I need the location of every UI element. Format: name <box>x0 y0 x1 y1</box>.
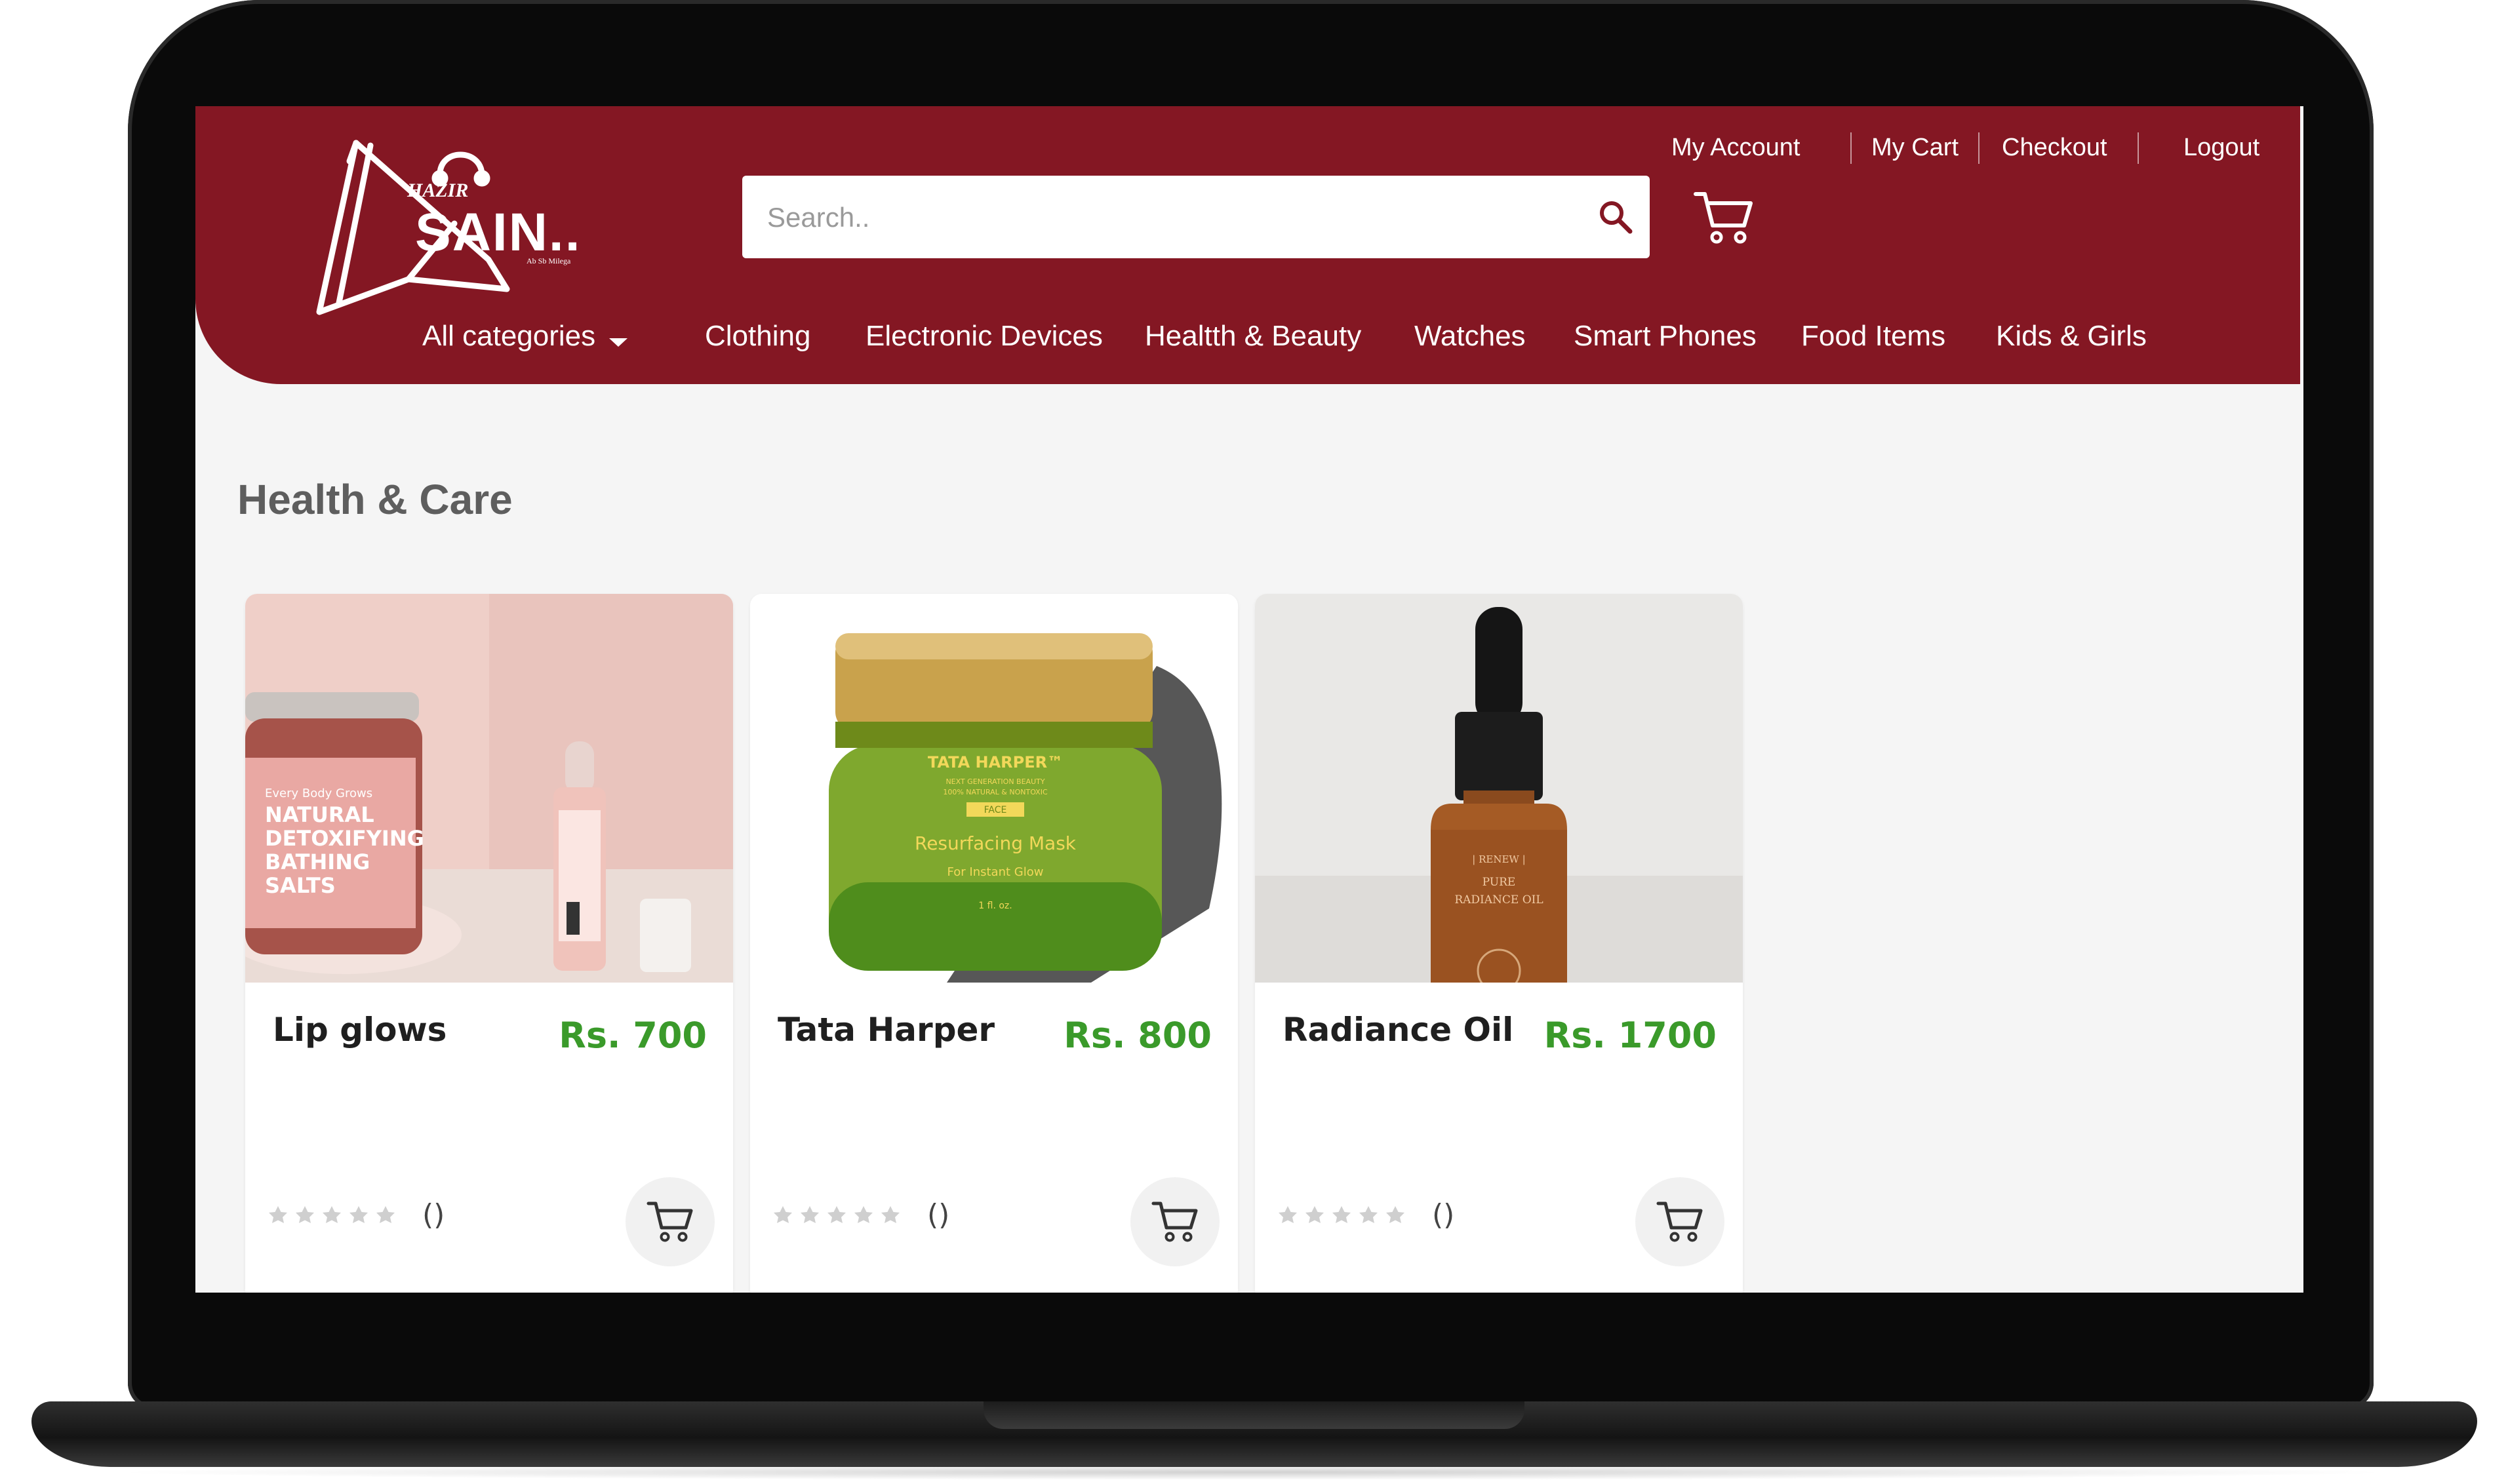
my-account-link[interactable]: My Account <box>1671 134 1800 162</box>
product-image[interactable]: TATA HARPER™ NEXT GENERATION BEAUTY 100%… <box>750 594 1238 983</box>
add-to-cart-button[interactable] <box>1635 1177 1724 1266</box>
svg-text:HAZIR: HAZIR <box>407 180 468 201</box>
svg-text:TATA HARPER™: TATA HARPER™ <box>928 753 1063 771</box>
svg-text:SAIN..: SAIN.. <box>415 203 581 262</box>
svg-text:BATHING: BATHING <box>265 849 370 874</box>
checkout-link[interactable]: Checkout <box>2002 134 2107 162</box>
svg-text:PURE: PURE <box>1483 876 1516 889</box>
product-image[interactable]: Every Body Grows NATURAL DETOXIFYING BAT… <box>245 594 733 983</box>
product-price: Rs. 800 <box>1064 1015 1212 1056</box>
browser-viewport: HAZIR SAIN.. Ab Sb Milega My Account My … <box>195 106 2303 1293</box>
svg-text:Ab Sb Milega: Ab Sb Milega <box>527 256 571 265</box>
nav-item-clothing[interactable]: Clothing <box>705 320 810 353</box>
cart-icon <box>647 1201 693 1242</box>
svg-text:NEXT GENERATION BEAUTY: NEXT GENERATION BEAUTY <box>945 777 1045 786</box>
product-name[interactable]: Tata Harper <box>778 1011 995 1049</box>
chevron-down-icon <box>609 338 627 347</box>
account-links: My Account My Cart Checkout Logout <box>195 126 2300 165</box>
svg-text:100% NATURAL & NONTOXIC: 100% NATURAL & NONTOXIC <box>943 788 1048 796</box>
product-name[interactable]: Radiance Oil <box>1283 1011 1513 1049</box>
star-icons <box>269 1206 395 1223</box>
rating-count: () <box>422 1198 445 1232</box>
cart-icon <box>1656 1201 1703 1242</box>
product-card[interactable]: | RENEW | PURE RADIANCE OIL Radiance Oil… <box>1255 594 1743 1293</box>
star-rating <box>770 1201 914 1230</box>
svg-text:RADIANCE OIL: RADIANCE OIL <box>1454 893 1543 907</box>
star-icons <box>1279 1206 1404 1223</box>
divider <box>1850 132 1852 164</box>
site-header: HAZIR SAIN.. Ab Sb Milega My Account My … <box>195 106 2300 384</box>
section-title: Health & Care <box>237 476 513 523</box>
star-rating <box>265 1201 409 1230</box>
svg-text:NATURAL: NATURAL <box>265 802 374 827</box>
nav-item-smart-phones[interactable]: Smart Phones <box>1574 320 1757 353</box>
laptop-hinge-notch <box>984 1401 1524 1429</box>
divider <box>2138 132 2139 164</box>
product-price: Rs. 700 <box>559 1015 707 1056</box>
star-icons <box>774 1206 900 1223</box>
category-nav: All categories Clothing Electronic Devic… <box>195 312 2300 364</box>
add-to-cart-button[interactable] <box>626 1177 715 1266</box>
add-to-cart-button[interactable] <box>1130 1177 1220 1266</box>
cart-icon <box>1151 1201 1198 1242</box>
product-card[interactable]: Every Body Grows NATURAL DETOXIFYING BAT… <box>245 594 733 1293</box>
svg-text:Every Body Grows: Every Body Grows <box>265 787 372 800</box>
product-name[interactable]: Lip glows <box>273 1011 447 1049</box>
rating-count: () <box>1432 1198 1455 1232</box>
nav-item-food-items[interactable]: Food Items <box>1801 320 1945 353</box>
product-card[interactable]: TATA HARPER™ NEXT GENERATION BEAUTY 100%… <box>750 594 1238 1293</box>
svg-text:1 fl. oz.: 1 fl. oz. <box>978 901 1012 911</box>
nav-item-watches[interactable]: Watches <box>1414 320 1526 353</box>
product-price: Rs. 1700 <box>1543 1015 1717 1056</box>
svg-text:SALTS: SALTS <box>265 873 336 898</box>
divider <box>1978 132 1980 164</box>
logout-link[interactable]: Logout <box>2183 134 2259 162</box>
search-input[interactable] <box>766 176 1568 260</box>
nav-item-health-beauty[interactable]: Healtth & Beauty <box>1145 320 1361 353</box>
nav-item-kids-girls[interactable]: Kids & Girls <box>1996 320 2147 353</box>
rating-count: () <box>927 1198 950 1232</box>
svg-text:| RENEW |: | RENEW | <box>1472 853 1525 865</box>
svg-text:DETOXIFYING: DETOXIFYING <box>265 826 424 851</box>
search-icon[interactable] <box>1596 197 1635 237</box>
product-image[interactable]: | RENEW | PURE RADIANCE OIL <box>1255 594 1743 983</box>
all-categories-dropdown[interactable]: All categories <box>422 320 595 353</box>
star-rating <box>1275 1201 1419 1230</box>
nav-item-electronic-devices[interactable]: Electronic Devices <box>866 320 1103 353</box>
svg-text:Resurfacing Mask: Resurfacing Mask <box>915 832 1077 854</box>
cart-icon[interactable] <box>1693 189 1755 245</box>
svg-text:FACE: FACE <box>984 805 1007 815</box>
laptop-shadow <box>105 1464 2400 1480</box>
search-bar <box>742 176 1650 260</box>
svg-text:For Instant Glow: For Instant Glow <box>947 865 1044 879</box>
my-cart-link[interactable]: My Cart <box>1871 134 1959 162</box>
